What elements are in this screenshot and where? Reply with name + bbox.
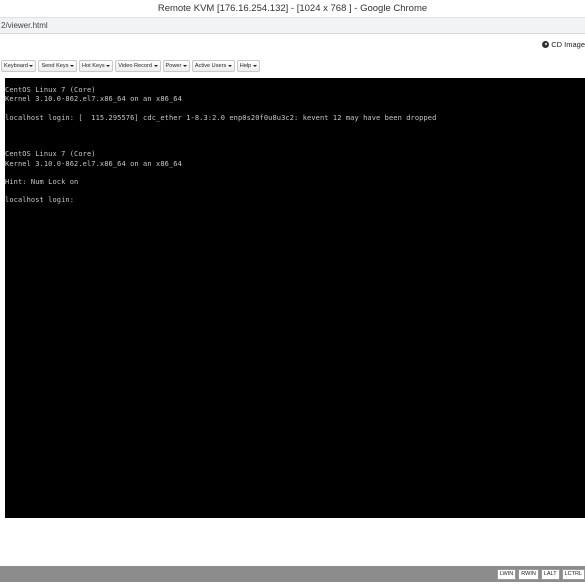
active-users-menu-button[interactable]: Active Users xyxy=(191,60,235,72)
console-line: CentOS Linux 7 (Core) xyxy=(5,150,96,159)
hot-keys-menu-button[interactable]: Hot Keys xyxy=(79,60,114,72)
caret-down-icon xyxy=(70,65,75,67)
rwin-key-label: RWIN xyxy=(521,571,536,577)
power-menu-button[interactable]: Power xyxy=(162,60,190,72)
console-line: Hint: Num Lock on xyxy=(5,177,79,186)
lwin-key-button[interactable]: LWIN xyxy=(496,568,517,580)
send-keys-menu-button[interactable]: Send Keys xyxy=(38,60,78,72)
window-title: Remote KVM [176.16.254.132] - [1024 x 76… xyxy=(157,3,428,14)
cd-icon[interactable] xyxy=(542,40,550,48)
window-title-bar: Remote KVM [176.16.254.132] - [1024 x 76… xyxy=(0,0,585,18)
keyboard-menu-button[interactable]: Keyboard xyxy=(1,60,37,72)
lwin-key-label: LWIN xyxy=(499,571,514,577)
console-line: CentOS Linux 7 (Core) xyxy=(5,86,96,94)
lalt-key-button[interactable]: LALT xyxy=(540,568,560,580)
address-bar[interactable]: 2/viewer.html xyxy=(0,18,585,34)
caret-down-icon xyxy=(227,65,232,67)
caret-down-icon xyxy=(29,65,34,67)
caret-down-icon xyxy=(153,65,158,67)
power-menu-label: Power xyxy=(165,63,182,69)
kvm-menu-bar: Keyboard Send Keys Hot Keys Video Record… xyxy=(0,57,585,75)
console-line: localhost login: [ 115.295576] cdc_ether… xyxy=(5,113,437,122)
console-line: Kernel 3.10.0-862.el7.x86_64 on an x86_6… xyxy=(5,95,182,104)
caret-down-icon xyxy=(182,65,187,67)
rwin-key-button[interactable]: RWIN xyxy=(518,568,539,580)
hot-keys-menu-label: Hot Keys xyxy=(82,63,105,69)
lctrl-key-button[interactable]: LCTRL xyxy=(561,568,585,580)
video-record-menu-label: Video Record xyxy=(118,63,153,69)
help-menu-button[interactable]: Help xyxy=(236,60,260,72)
send-keys-menu-label: Send Keys xyxy=(41,63,69,69)
video-record-menu-button[interactable]: Video Record xyxy=(115,60,161,72)
caret-down-icon xyxy=(252,65,257,67)
keyboard-menu-label: Keyboard xyxy=(4,63,28,69)
viewer-footer-area xyxy=(0,518,585,566)
kvm-console-screen[interactable]: CentOS Linux 7 (Core) Kernel 3.10.0-862.… xyxy=(5,78,585,518)
address-url[interactable]: 2/viewer.html xyxy=(1,21,48,30)
lalt-key-label: LALT xyxy=(543,571,557,577)
cd-image-label[interactable]: CD Image xyxy=(551,40,585,49)
console-line: Kernel 3.10.0-862.el7.x86_64 on an x86_6… xyxy=(5,159,182,168)
lctrl-key-label: LCTRL xyxy=(564,571,582,577)
help-menu-label: Help xyxy=(239,63,252,69)
keyboard-status-bar: LWIN RWIN LALT LCTRL xyxy=(0,566,585,582)
console-line: localhost login: xyxy=(5,196,75,205)
active-users-menu-label: Active Users xyxy=(194,63,227,69)
cd-image-bar: CD Image xyxy=(0,34,585,54)
caret-down-icon xyxy=(106,65,111,67)
